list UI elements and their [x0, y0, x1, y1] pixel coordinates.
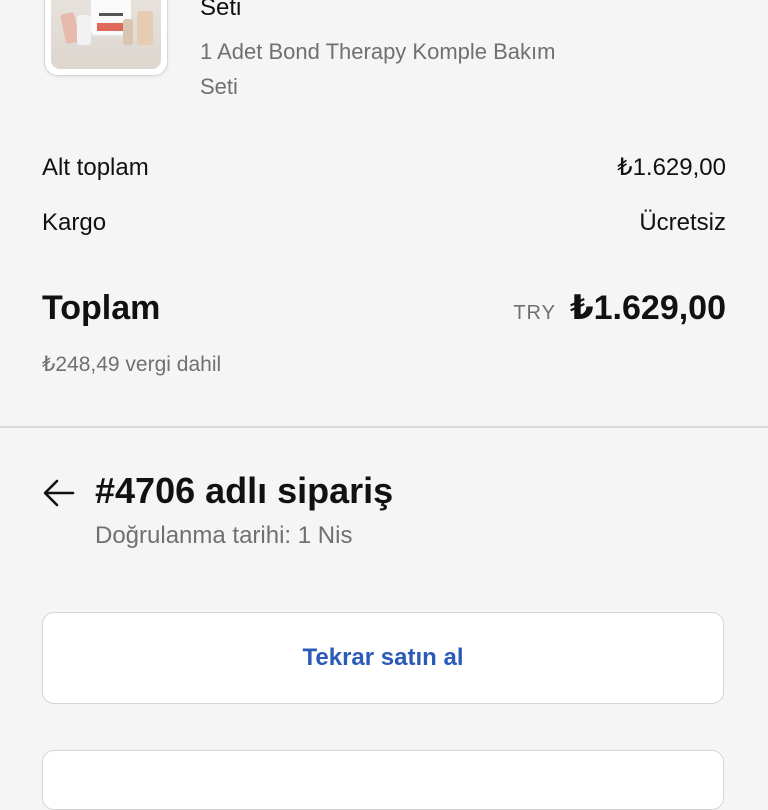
- subtotal-row: Alt toplam ₺1.629,00: [42, 153, 726, 182]
- total-row: Toplam TRY ₺1.629,00: [42, 288, 726, 328]
- product-bottle: [137, 11, 153, 45]
- product-bottle: [77, 15, 91, 45]
- currency-code: TRY: [513, 302, 556, 324]
- section-divider: [0, 426, 768, 428]
- shipping-label: Kargo: [42, 209, 107, 236]
- shipping-row: Kargo Ücretsiz: [42, 209, 726, 237]
- tax-note: ₺248,49 vergi dahil: [42, 353, 222, 376]
- order-title: #4706 adlı sipariş: [95, 470, 394, 511]
- subtotal-value: ₺1.629,00: [617, 154, 726, 181]
- product-variant: 1 Adet Bond Therapy Komple Bakım Seti: [200, 39, 556, 99]
- total-label: Toplam: [42, 289, 161, 327]
- shipping-value: Ücretsiz: [639, 209, 726, 236]
- subtotal-label: Alt toplam: [42, 154, 149, 181]
- next-card: [42, 750, 724, 810]
- confirmation-date: Doğrulanma tarihi: 1 Nis: [95, 522, 353, 549]
- total-amount-group: TRY ₺1.629,00: [513, 288, 726, 328]
- product-bottle: [123, 19, 133, 45]
- buy-again-button[interactable]: Tekrar satın al: [42, 612, 724, 704]
- product-image: [51, 0, 161, 69]
- product-thumbnail: [44, 0, 168, 76]
- arrow-left-icon[interactable]: [42, 478, 76, 508]
- total-value: ₺1.629,00: [569, 289, 726, 327]
- product-name: Seti: [200, 0, 242, 21]
